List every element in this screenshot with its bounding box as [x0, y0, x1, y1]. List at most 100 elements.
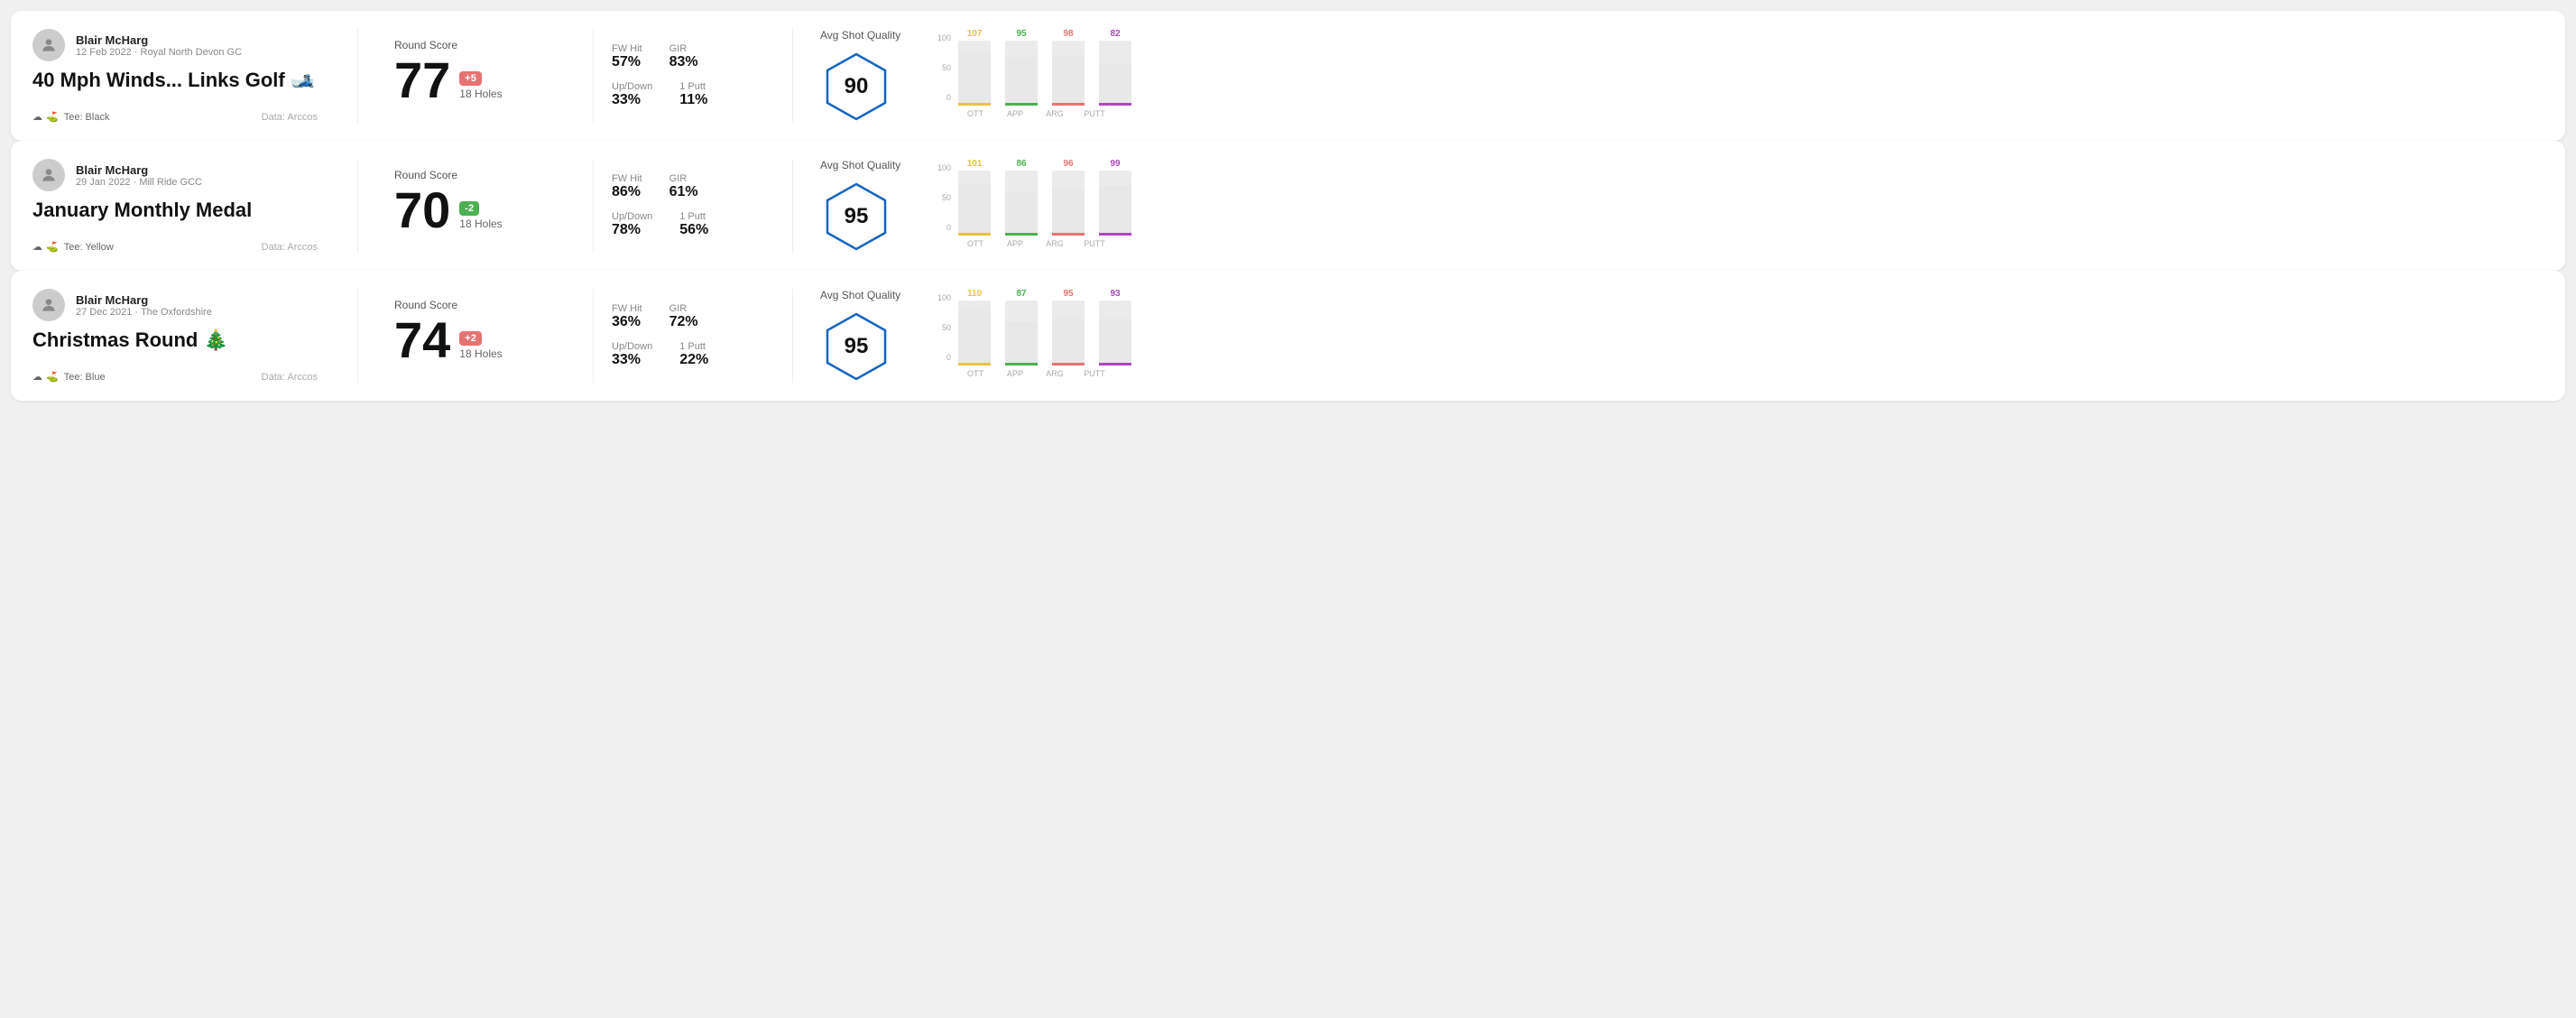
card-left-section: Blair McHarg 29 Jan 2022 · Mill Ride GCC… [32, 159, 339, 253]
bar-column: 82 [1095, 29, 1135, 106]
bar-column: 110 [955, 289, 994, 366]
holes-label: 18 Holes [459, 217, 502, 230]
metrics-row-top: FW Hit 86% GIR 61% [612, 173, 774, 200]
fw-hit-value: 86% [612, 184, 642, 200]
score-badge: +2 [459, 331, 482, 346]
card-score-section: Round Score 74 +2 18 Holes [376, 289, 575, 383]
bar-value-label: 96 [1063, 159, 1073, 169]
gir-metric: GIR 72% [669, 303, 698, 330]
bar-value-label: 110 [967, 289, 982, 299]
bar-value-label: 95 [1016, 29, 1026, 39]
score-number: 77 [394, 55, 450, 106]
updown-metric: Up/Down 33% [612, 81, 652, 108]
section-divider-1 [357, 159, 358, 253]
bar-value-label: 86 [1016, 159, 1026, 169]
shot-quality-chart: 100 50 0 101 86 [937, 163, 2534, 248]
cloud-icon: ☁ [32, 371, 42, 383]
section-divider-1 [357, 289, 358, 383]
bar-stripe [958, 233, 991, 236]
section-divider-2 [593, 29, 594, 123]
round-card: Blair McHarg 27 Dec 2021 · The Oxfordshi… [11, 271, 2565, 401]
score-number: 74 [394, 315, 450, 366]
card-metrics-section: FW Hit 57% GIR 83% Up/Down 33% 1 Putt [612, 29, 774, 123]
x-axis-label: APP [995, 239, 1035, 248]
data-source: Data: Arccos [262, 372, 318, 383]
bar-stripe [1005, 103, 1038, 106]
bar-body [1005, 41, 1038, 106]
data-source: Data: Arccos [262, 112, 318, 123]
bar-column: 107 [955, 29, 994, 106]
x-axis-label: APP [995, 109, 1035, 118]
oneputt-label: 1 Putt [679, 81, 707, 92]
bar-value-label: 99 [1110, 159, 1120, 169]
gir-label: GIR [669, 43, 698, 54]
round-title: January Monthly Medal [32, 199, 318, 222]
y-label-50: 50 [937, 63, 951, 72]
player-name: Blair McHarg [76, 33, 242, 47]
round-card: Blair McHarg 29 Jan 2022 · Mill Ride GCC… [11, 141, 2565, 271]
bar-body [1099, 301, 1131, 366]
bar-body [1052, 41, 1085, 106]
x-axis-label: OTT [956, 369, 995, 378]
x-axis-label: PUTT [1075, 239, 1114, 248]
card-score-section: Round Score 77 +5 18 Holes [376, 29, 575, 123]
card-chart-section: 100 50 0 110 87 [919, 289, 2544, 383]
metrics-row-bottom: Up/Down 78% 1 Putt 56% [612, 211, 774, 238]
oneputt-label: 1 Putt [679, 211, 708, 222]
round-score-label: Round Score [394, 299, 557, 311]
tee-icons: ☁ ⛳ [32, 371, 59, 383]
gir-value: 72% [669, 314, 698, 330]
bar-column: 99 [1095, 159, 1135, 236]
bar-column: 101 [955, 159, 994, 236]
y-label-0: 0 [937, 353, 951, 362]
chart-inner: 100 50 0 110 87 [937, 293, 2534, 366]
card-score-section: Round Score 70 -2 18 Holes [376, 159, 575, 253]
updown-value: 78% [612, 222, 652, 238]
x-axis-label: OTT [956, 109, 995, 118]
round-title: 40 Mph Winds... Links Golf 🎿 [32, 69, 318, 92]
bar-column: 93 [1095, 289, 1135, 366]
x-axis-label: ARG [1035, 109, 1075, 118]
hexagon: 90 [820, 51, 892, 123]
cloud-icon: ☁ [32, 111, 42, 123]
card-left-section: Blair McHarg 12 Feb 2022 · Royal North D… [32, 29, 339, 123]
oneputt-value: 22% [679, 352, 708, 368]
hexagon: 95 [820, 310, 892, 383]
gir-metric: GIR 61% [669, 173, 698, 200]
round-score-label: Round Score [394, 39, 557, 51]
x-axis-label: APP [995, 369, 1035, 378]
bar-stripe [958, 103, 991, 106]
score-row: 74 +2 18 Holes [394, 315, 557, 366]
card-quality-section: Avg Shot Quality 95 [811, 159, 919, 253]
bars-row: 110 87 95 [955, 293, 1135, 366]
tee-info: ☁ ⛳ Tee: Blue [32, 371, 106, 383]
x-labels-row: OTTAPPARGPUTT [937, 109, 2534, 118]
player-name: Blair McHarg [76, 163, 202, 177]
bar-stripe [1005, 363, 1038, 366]
bar-value-label: 93 [1110, 289, 1120, 299]
score-row: 70 -2 18 Holes [394, 185, 557, 236]
hexagon-wrapper: 95 [820, 180, 892, 253]
updown-metric: Up/Down 33% [612, 341, 652, 368]
bar-stripe [1005, 233, 1038, 236]
shot-quality-chart: 100 50 0 110 87 [937, 293, 2534, 378]
player-meta: 29 Jan 2022 · Mill Ride GCC [76, 177, 202, 188]
fw-hit-value: 57% [612, 54, 642, 70]
bar-column: 96 [1048, 159, 1088, 236]
data-source: Data: Arccos [262, 242, 318, 253]
fw-hit-metric: FW Hit 36% [612, 303, 642, 330]
player-info: Blair McHarg 27 Dec 2021 · The Oxfordshi… [32, 289, 318, 321]
bar-stripe [1099, 103, 1131, 106]
y-label-0: 0 [937, 223, 951, 232]
x-labels-row: OTTAPPARGPUTT [937, 369, 2534, 378]
gir-label: GIR [669, 303, 698, 314]
bar-value-label: 98 [1063, 29, 1073, 39]
y-label-50: 50 [937, 323, 951, 332]
y-label-100: 100 [937, 33, 951, 42]
updown-metric: Up/Down 78% [612, 211, 652, 238]
fw-hit-label: FW Hit [612, 173, 642, 184]
quality-score: 95 [845, 334, 869, 359]
card-quality-section: Avg Shot Quality 90 [811, 29, 919, 123]
score-badge: -2 [459, 201, 479, 216]
x-labels-row: OTTAPPARGPUTT [937, 239, 2534, 248]
